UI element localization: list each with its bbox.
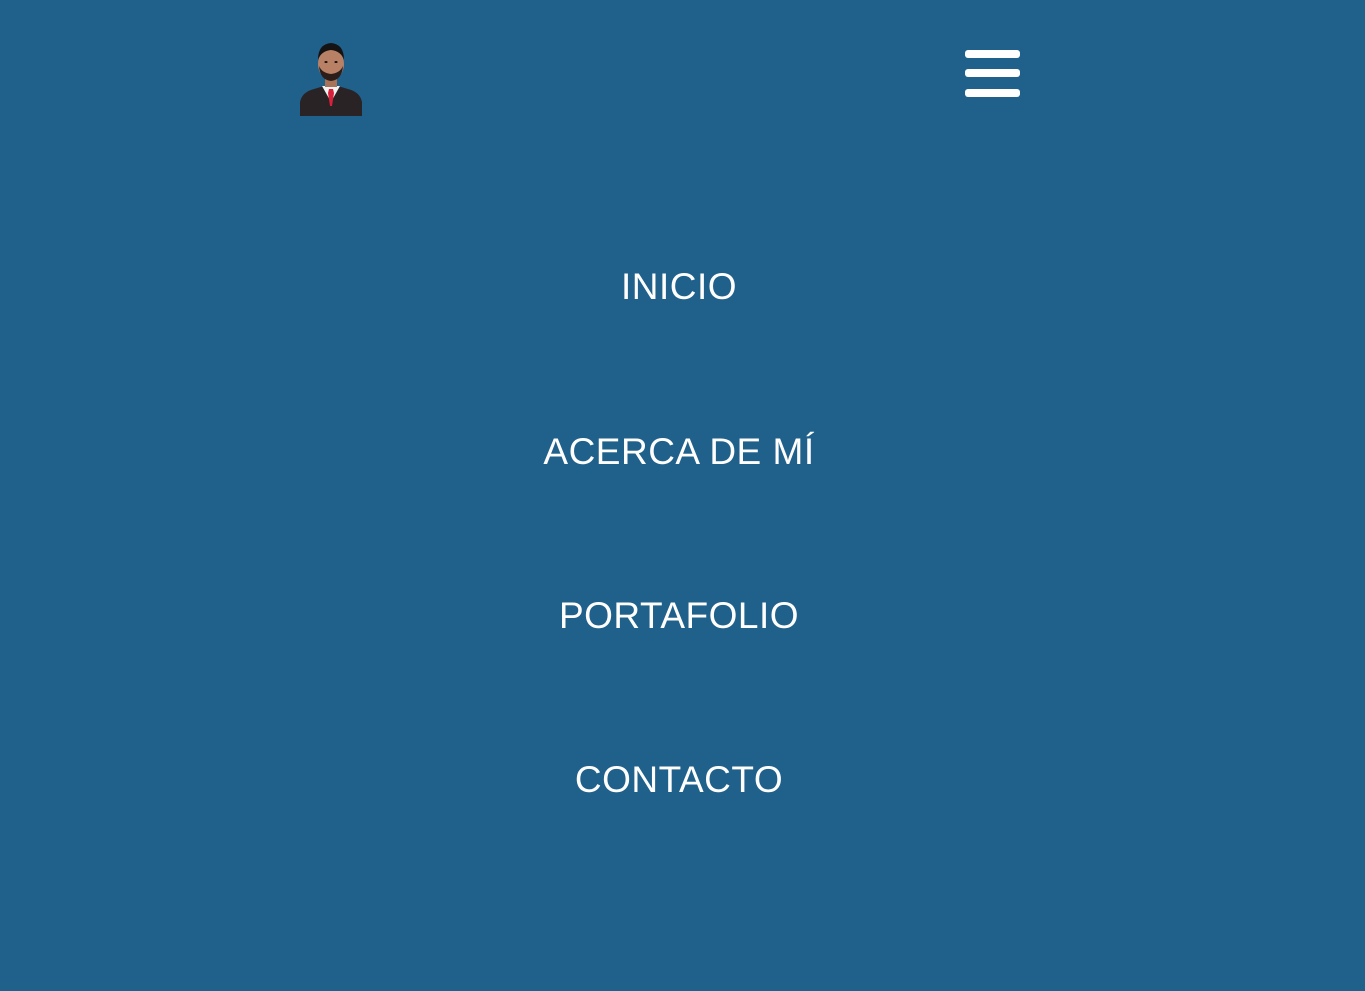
nav-item-contacto: CONTACTO — [0, 750, 1358, 810]
nav-item-acerca: ACERCA DE MÍ — [0, 422, 1358, 482]
page: INICIO ACERCA DE MÍ PORTAFOLIO CONTACTO — [0, 0, 1365, 991]
nav-link-acerca[interactable]: ACERCA DE MÍ — [543, 422, 814, 482]
nav-link-contacto[interactable]: CONTACTO — [575, 750, 783, 810]
nav-link-inicio[interactable]: INICIO — [621, 257, 737, 317]
nav-item-portafolio: PORTAFOLIO — [0, 586, 1358, 646]
nav-item-inicio: INICIO — [0, 257, 1358, 317]
main-nav: INICIO ACERCA DE MÍ PORTAFOLIO CONTACTO — [0, 0, 1365, 991]
nav-link-portafolio[interactable]: PORTAFOLIO — [559, 586, 799, 646]
